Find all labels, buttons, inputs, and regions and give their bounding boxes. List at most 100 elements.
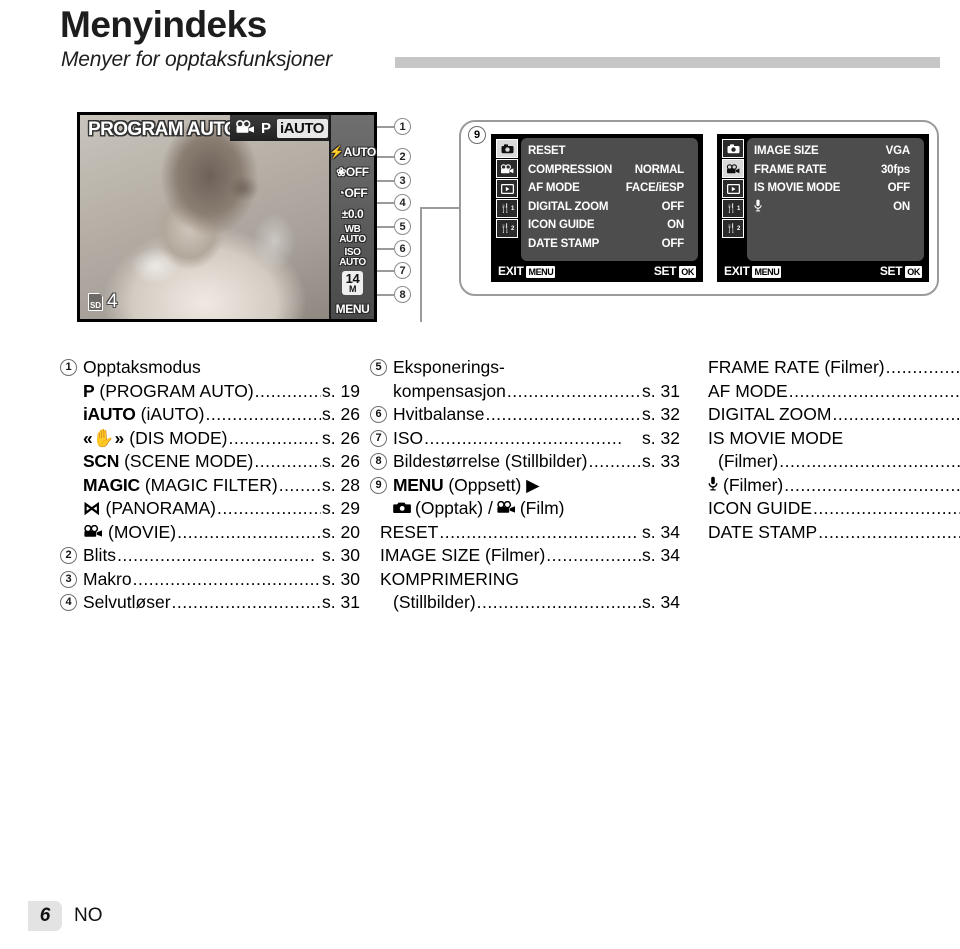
page-title: Menyindeks — [60, 4, 267, 45]
entry-dots: ..................................... — [177, 521, 322, 542]
callout-5: 5 — [394, 218, 411, 235]
entry-number: 5 — [370, 359, 387, 377]
entry-label: KOMPRIMERING — [380, 568, 520, 589]
index-entry[interactable]: DIGITAL ZOOM ...........................… — [708, 403, 960, 427]
menu-rows-1: RESET COMPRESSION NORMAL AF MODE FACE/iE… — [521, 138, 698, 261]
menu-row[interactable]: IMAGE SIZE VGA — [754, 142, 918, 161]
index-entry[interactable]: 8 Bildestørrelse (Stillbilder) .........… — [370, 450, 680, 474]
title-rule — [395, 57, 940, 68]
entry-page: s. 34 — [642, 592, 680, 612]
index-entry[interactable]: ICON GUIDE .............................… — [708, 497, 960, 521]
menu-row[interactable]: RESET — [528, 142, 692, 161]
index-entry[interactable]: FRAME RATE (Filmer) ....................… — [708, 356, 960, 380]
index-entry[interactable]: DATE STAMP .............................… — [708, 521, 960, 545]
menu-row[interactable]: IS MOVIE MODE OFF — [754, 179, 918, 198]
menu-row[interactable]: ICON GUIDE ON — [528, 216, 692, 235]
tab-playback[interactable] — [722, 179, 744, 198]
white-balance-icon: WB AUTO — [339, 224, 366, 246]
movie-mode-icon — [235, 119, 255, 137]
index-entry[interactable]: «✋» (DIS MODE) .........................… — [60, 427, 360, 451]
exit-hint[interactable]: EXIT MENU — [498, 264, 556, 278]
menu-row[interactable]: ON — [754, 198, 918, 217]
set-hint[interactable]: SET OK — [880, 264, 922, 278]
tab-movie[interactable] — [722, 159, 744, 178]
index-entry[interactable]: KOMPRIMERING — [370, 568, 680, 592]
tab-camera[interactable] — [722, 139, 744, 158]
entry-page: s. 20 — [322, 521, 360, 542]
index-entry[interactable]: (Filmer) ...............................… — [708, 450, 960, 474]
entry-dots: ..................................... — [779, 451, 960, 471]
exit-hint[interactable]: EXIT MENU — [724, 264, 782, 278]
entry-label: Opptaksmodus — [83, 357, 201, 377]
tab-settings-1[interactable]: 🍴 1 — [722, 199, 744, 218]
lcd-photo — [80, 115, 329, 319]
index-entry[interactable]: (Opptak) / (Film) — [370, 497, 680, 521]
index-entry[interactable]: 3 Makro ................................… — [60, 568, 360, 592]
index-entry[interactable]: (Filmer) ...............................… — [708, 474, 960, 498]
lcd-mode-caption: PROGRAM AUTO — [88, 119, 239, 140]
menu-row[interactable]: FRAME RATE 30fps — [754, 161, 918, 180]
index-entry[interactable]: 5 Eksponerings- — [370, 356, 680, 380]
index-entry[interactable]: RESET ..................................… — [370, 521, 680, 545]
tab-movie[interactable] — [496, 159, 518, 178]
index-entry[interactable]: (Stillbilder) ..........................… — [370, 591, 680, 615]
set-hint[interactable]: SET OK — [654, 264, 696, 278]
leader-line-8 — [377, 294, 394, 296]
menu-row-label: AF MODE — [528, 182, 580, 195]
sd-card-icon: SD — [88, 293, 103, 311]
index-entry[interactable]: SCN (SCENE MODE) .......................… — [60, 450, 360, 474]
entry-label: Eksponerings- — [393, 357, 505, 377]
index-entry[interactable]: 4 Selvutløser ..........................… — [60, 591, 360, 615]
index-entry[interactable]: ⋈ (PANORAMA) ...........................… — [60, 497, 360, 521]
menu-row-label: RESET — [528, 145, 566, 158]
entry-label: Hvitbalanse — [393, 404, 485, 424]
index-entry[interactable]: 6 Hvitbalanse ..........................… — [370, 403, 680, 427]
entry-number: 8 — [370, 453, 387, 471]
entry-number: 7 — [370, 429, 387, 447]
entry-label: (MAGIC FILTER) — [144, 474, 278, 495]
menu-row[interactable]: COMPRESSION NORMAL — [528, 161, 692, 180]
index-entry[interactable]: 2 Blits ................................… — [60, 544, 360, 568]
entry-label: Blits — [83, 545, 117, 565]
menu-row[interactable]: DATE STAMP OFF — [528, 235, 692, 254]
entry-dots: ..................................... — [832, 404, 960, 424]
index-entry[interactable]: MAGIC (MAGIC FILTER) ...................… — [60, 474, 360, 498]
entry-symbol: P — [83, 380, 95, 401]
index-entry[interactable]: IMAGE SIZE (Filmer) ....................… — [370, 544, 680, 568]
tab-camera[interactable] — [496, 139, 518, 158]
index-entry[interactable]: kompensasjon ...........................… — [370, 380, 680, 404]
entry-page: s. 29 — [322, 498, 360, 518]
menu-row-label: DIGITAL ZOOM — [528, 200, 609, 213]
entry-label: DIGITAL ZOOM — [708, 404, 832, 424]
index-entry[interactable]: AF MODE ................................… — [708, 380, 960, 404]
entry-dots: ..................................... — [205, 404, 321, 424]
entry-number: 2 — [60, 547, 77, 565]
callout-3: 3 — [394, 172, 411, 189]
microphone-icon — [708, 474, 718, 498]
entry-dots: ..................................... — [485, 404, 641, 424]
entry-label-film: (Film) — [519, 498, 565, 518]
index-entry[interactable]: P (PROGRAM AUTO) .......................… — [60, 380, 360, 404]
index-entry[interactable]: 7 ISO ..................................… — [370, 427, 680, 451]
menu-row[interactable]: DIGITAL ZOOM OFF — [528, 198, 692, 217]
index-column-1: 1 Opptaksmodus P (PROGRAM AUTO) ........… — [60, 356, 360, 615]
index-entry[interactable]: (MOVIE) ................................… — [60, 521, 360, 545]
tab-settings-2[interactable]: 🍴 2 — [722, 219, 744, 238]
menu-footer-1: EXIT MENU SET OK — [496, 261, 698, 278]
menu-row-value: OFF — [887, 182, 911, 195]
menu-tab-column-1: 🍴 1 🍴 2 — [496, 138, 520, 261]
tab-playback[interactable] — [496, 179, 518, 198]
index-entry[interactable]: 9 MENU (Oppsett) ▶ — [370, 474, 680, 498]
menu-row-label: IS MOVIE MODE — [754, 182, 841, 195]
tab-settings-2[interactable]: 🍴 2 — [496, 219, 518, 238]
index-entry[interactable]: 1 Opptaksmodus — [60, 356, 360, 380]
index-entry[interactable]: IS MOVIE MODE — [708, 427, 960, 451]
index-entry[interactable]: iAUTO (iAUTO) ..........................… — [60, 403, 360, 427]
menu-footer-2: EXIT MENU SET OK — [722, 261, 924, 278]
menu-keycap: MENU — [752, 266, 782, 278]
menu-row-value: ON — [667, 219, 684, 232]
entry-label: (SCENE MODE) — [124, 451, 254, 471]
leader-line-2 — [377, 156, 394, 158]
menu-row[interactable]: AF MODE FACE/iESP — [528, 179, 692, 198]
tab-settings-1[interactable]: 🍴 1 — [496, 199, 518, 218]
